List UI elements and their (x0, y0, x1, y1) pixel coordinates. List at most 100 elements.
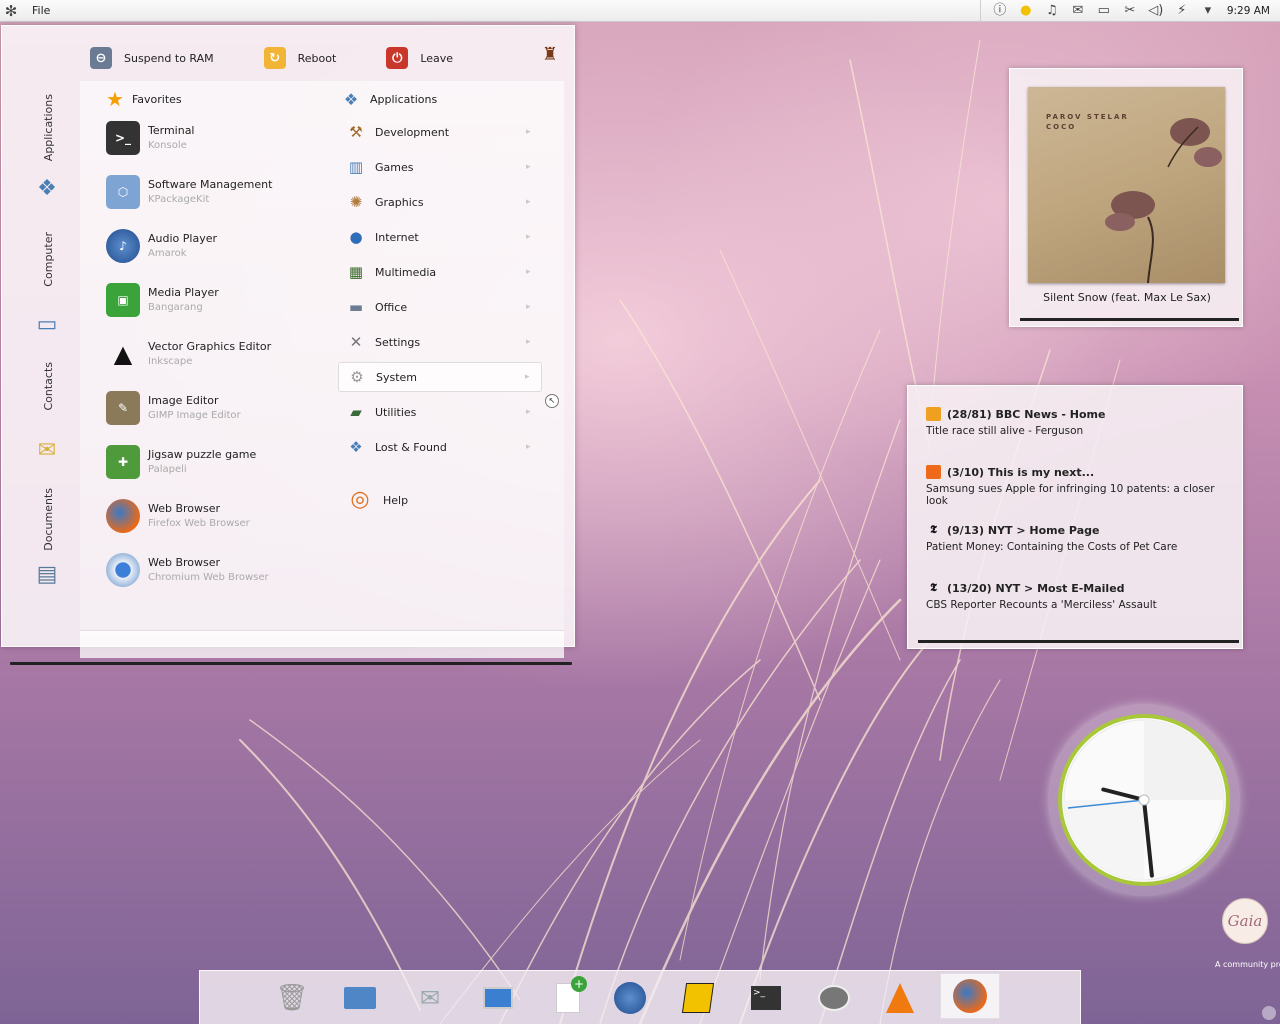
applications-icon: ❖ (37, 176, 57, 201)
notes-icon[interactable]: ♫ (1039, 0, 1065, 22)
user-icon[interactable]: ♜ (542, 44, 558, 65)
gear-icon[interactable]: ✻ (0, 0, 22, 22)
category-games[interactable]: ▥ Games ▸ (338, 152, 542, 182)
tab-applications[interactable]: Applications ❖ (6, 94, 78, 224)
fav-name: Audio Player (148, 232, 217, 245)
network-icon[interactable]: ✂ (1117, 0, 1143, 22)
firefox-icon[interactable] (940, 973, 1000, 1019)
launcher-search-bar[interactable] (80, 630, 564, 658)
messaging-icon[interactable] (814, 979, 854, 1017)
fav-image-editor[interactable]: ✎ Image Editor GIMP Image Editor (106, 385, 326, 431)
office-icon: ▬ (348, 298, 364, 316)
widget-resize-bar[interactable] (918, 640, 1239, 643)
fav-vector-graphics[interactable]: ▲ Vector Graphics Editor Inkscape (106, 331, 326, 377)
chat-icon[interactable]: ▭ (1091, 0, 1117, 22)
tab-contacts[interactable]: Contacts ✉ (6, 362, 78, 492)
volume-icon[interactable]: ◁) (1143, 0, 1169, 22)
fav-name: Vector Graphics Editor (148, 340, 272, 353)
system-tray: ⓘ ● ♫ ✉ ▭ ✂ ◁) ⚡ ▾ 9:29 AM (979, 0, 1280, 22)
applications-header[interactable]: ❖ Applications (338, 87, 437, 111)
vlc-icon[interactable] (880, 979, 920, 1017)
fav-name: Media Player (148, 286, 219, 299)
favorites-label: Favorites (131, 92, 182, 106)
reboot-button[interactable]: ↻ Reboot (254, 43, 337, 73)
hammer-icon: ⚒ (349, 123, 363, 141)
trash-icon[interactable]: 🗑 (272, 979, 312, 1017)
news-item[interactable]: 𝕿 (9/13) NYT > Home Page Patient Money: C… (926, 522, 1231, 574)
category-system[interactable]: ⚙ System ▸ (338, 362, 542, 392)
applications-icon: ❖ (343, 89, 359, 109)
weather-icon[interactable]: ● (1013, 0, 1039, 22)
package-icon: ⬡ (106, 175, 140, 209)
category-lost-found[interactable]: ❖ Lost & Found ▸ (338, 432, 542, 462)
category-graphics[interactable]: ✺ Graphics ▸ (338, 187, 542, 217)
mail-icon[interactable]: ✉ (410, 979, 450, 1017)
arrow-down-icon[interactable]: ▾ (1195, 0, 1221, 22)
fav-sub: Palapeli (148, 464, 187, 475)
category-office[interactable]: ▬ Office ▸ (338, 292, 542, 322)
tab-computer[interactable]: Computer ▭ (6, 232, 78, 362)
application-launcher: Applications ❖ Computer ▭ Contacts ✉ Doc… (1, 25, 575, 665)
news-body: Samsung sues Apple for infringing 10 pat… (926, 483, 1215, 507)
panel-clock[interactable]: 9:29 AM (1221, 0, 1280, 22)
amarok-icon[interactable] (610, 979, 650, 1017)
film-icon: ▦ (348, 263, 364, 281)
fav-firefox[interactable]: Web Browser Firefox Web Browser (106, 493, 326, 539)
reboot-label: Reboot (297, 51, 337, 65)
file-menu[interactable]: File (32, 4, 50, 17)
fav-sub: Firefox Web Browser (148, 518, 250, 529)
gaia-logo: Gaia (1222, 898, 1268, 944)
category-settings[interactable]: ✕ Settings ▸ (338, 327, 542, 357)
fav-audio-player[interactable]: ♪ Audio Player Amarok (106, 223, 326, 269)
session-actions: ⊖ Suspend to RAM ↻ Reboot ⏻ Leave ♜ (80, 38, 564, 78)
category-multimedia[interactable]: ▦ Multimedia ▸ (338, 257, 542, 287)
category-label: Settings (375, 335, 421, 349)
fav-name: Web Browser (148, 502, 221, 515)
news-header: (3/10) This is my next... (947, 465, 1095, 479)
new-note-icon[interactable]: + (548, 976, 588, 1017)
fav-software-management[interactable]: ⬡ Software Management KPackageKit (106, 169, 326, 215)
fav-name: Terminal (148, 124, 195, 137)
category-development[interactable]: ⚒ Development ▸ (338, 117, 542, 147)
leave-label: Leave (420, 51, 454, 65)
terminal-icon[interactable]: >_ (746, 979, 786, 1017)
favorites-header[interactable]: ★ Favorites (106, 87, 182, 111)
mail-icon[interactable]: ✉ (1065, 0, 1091, 22)
category-help[interactable]: ◎ Help (338, 485, 542, 515)
news-item[interactable]: (3/10) This is my next... Samsung sues A… (926, 464, 1231, 516)
corner-toolbox-icon[interactable] (1262, 1006, 1276, 1020)
fav-sub: KPackageKit (148, 194, 210, 205)
notes-pen-icon[interactable] (678, 979, 718, 1017)
laptop-icon: ▭ (36, 312, 58, 337)
nyt-icon: 𝕿 (930, 581, 937, 594)
suspend-button[interactable]: ⊖ Suspend to RAM (80, 43, 214, 73)
fav-terminal[interactable]: >_ Terminal Konsole (106, 115, 326, 161)
info-icon[interactable]: ⓘ (987, 0, 1013, 22)
news-header: (9/13) NYT > Home Page (947, 523, 1100, 537)
category-utilities[interactable]: ▰ Utilities ▸ (338, 397, 542, 427)
rss-icon (926, 407, 941, 421)
news-item[interactable]: (28/81) BBC News - Home Title race still… (926, 406, 1231, 458)
news-widget: (28/81) BBC News - Home Title race still… (907, 385, 1243, 649)
chromium-icon (106, 553, 140, 587)
fav-media-player[interactable]: ▣ Media Player Bangarang (106, 277, 326, 323)
leave-button[interactable]: ⏻ Leave (376, 43, 453, 73)
reboot-icon: ↻ (263, 47, 286, 69)
fav-chromium[interactable]: Web Browser Chromium Web Browser (106, 547, 326, 593)
fav-jigsaw[interactable]: ✚ Jigsaw puzzle game Palapeli (106, 439, 326, 485)
news-item[interactable]: 𝕿 (13/20) NYT > Most E-Mailed CBS Reporte… (926, 580, 1231, 632)
firefox-icon (106, 499, 140, 533)
folder-icon[interactable] (340, 979, 380, 1017)
wrench-icon: ✕ (349, 333, 363, 351)
palette-icon: ✺ (349, 193, 363, 211)
bluetooth-icon[interactable]: ⚡ (1169, 0, 1195, 22)
tab-documents[interactable]: Documents ▤ (6, 488, 78, 618)
category-label: Development (375, 125, 450, 139)
category-internet[interactable]: ● Internet ▸ (338, 222, 542, 252)
category-label: Utilities (375, 405, 417, 419)
launcher-resize-bar[interactable] (10, 662, 572, 665)
widget-resize-bar[interactable] (1020, 318, 1239, 321)
computer-icon[interactable] (478, 979, 518, 1017)
analog-clock-widget[interactable] (1048, 704, 1240, 896)
now-playing-widget: PAROV STELAR COCO Silent Snow (feat. Max… (1009, 68, 1243, 327)
